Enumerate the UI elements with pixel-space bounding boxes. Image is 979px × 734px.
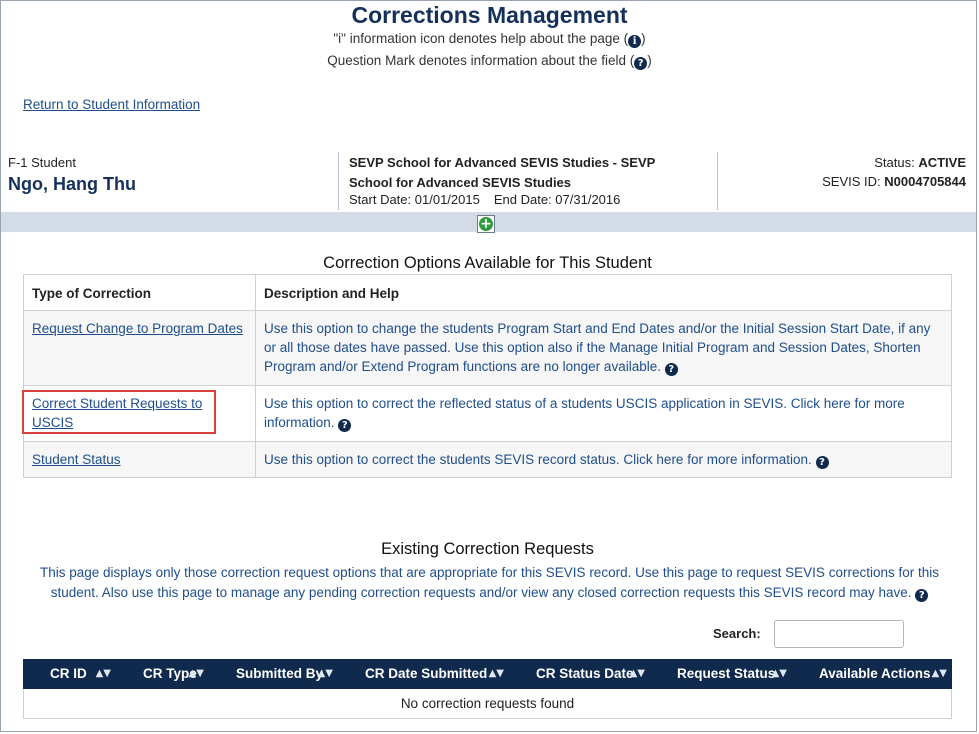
table-header-row: Type of Correction Description and Help [23,274,952,311]
search-input[interactable] [774,620,904,648]
student-identity: F-1 Student Ngo, Hang Thu [8,155,136,195]
col-header-cr-status-date[interactable]: CR Status Date ▲▼ [509,659,650,689]
col-header-available-actions[interactable]: Available Actions ▲▼ [792,659,952,689]
question-circle-icon[interactable]: ? [634,57,648,70]
table-row: Request Change to Program Dates Use this… [23,310,952,386]
student-info-bar: F-1 Student Ngo, Hang Thu SEVP School fo… [0,152,977,212]
question-circle-icon[interactable]: ? [664,363,678,376]
program-dates: Start Date: 01/01/2015 End Date: 07/31/20… [349,192,621,207]
student-type: F-1 Student [8,155,76,170]
status-value: ACTIVE [918,155,966,170]
table-row: Correct Student Requests to USCIS Use th… [23,385,952,442]
sort-arrows-icon: ▲▼ [488,668,504,679]
question-circle-icon[interactable]: ? [338,419,352,432]
col-header-cr-id[interactable]: CR ID ▲▼ [23,659,116,689]
request-change-program-dates-link[interactable]: Request Change to Program Dates [32,321,243,336]
info-circle-icon[interactable]: i [628,35,642,48]
search-label: Search: [713,626,761,641]
question-icon-note: Question Mark denotes information about … [327,53,652,70]
option-description: Use this option to correct the students … [264,452,812,467]
plus-circle-icon: + [479,216,493,232]
sort-arrows-icon: ▲▼ [188,668,204,679]
col-header-cr-date-submitted[interactable]: CR Date Submitted ▲▼ [338,659,509,689]
sevis-id: N0004705844 [884,174,966,189]
end-date: 07/31/2016 [555,192,621,207]
option-description: Use this option to correct the reflected… [264,396,905,430]
sort-arrows-icon: ▲▼ [95,668,111,679]
sort-arrows-icon: ▲▼ [317,668,333,679]
school-info: SEVP School for Advanced SEVIS Studies -… [338,152,718,210]
empty-table-message: No correction requests found [23,689,952,719]
col-header-request-status[interactable]: Request Status ▲▼ [650,659,792,689]
sort-arrows-icon: ▲▼ [629,668,645,679]
table-row: Student Status Use this option to correc… [23,441,952,478]
sort-arrows-icon: ▲▼ [771,668,787,679]
start-date: 01/01/2015 [414,192,480,207]
col-header-type: Type of Correction [23,274,256,311]
options-title: Correction Options Available for This St… [323,254,652,272]
school-name: SEVP School for Advanced SEVIS Studies -… [349,155,656,190]
existing-requests-title: Existing Correction Requests [381,540,594,558]
existing-requests-description: This page displays only those correction… [40,565,939,602]
page-title: Corrections Management [351,2,628,28]
info-icon-note: "i" information icon denotes help about … [333,31,646,48]
question-circle-icon[interactable]: ? [915,589,929,602]
return-to-student-link[interactable]: Return to Student Information [23,97,200,112]
student-name: Ngo, Hang Thu [8,174,136,194]
status-info: Status: ACTIVE SEVIS ID: N0004705844 [822,155,966,189]
option-description: Use this option to change the students P… [264,321,931,374]
question-circle-icon[interactable]: ? [815,456,829,469]
expand-button[interactable]: + [477,215,495,233]
col-header-submitted-by[interactable]: Submitted By ▲▼ [209,659,338,689]
table-header-row: CR ID ▲▼ CR Type ▲▼ Submitted By ▲▼ CR Date… [23,659,952,689]
sort-arrows-icon: ▲▼ [931,668,947,679]
student-status-link[interactable]: Student Status [32,452,121,467]
col-header-desc: Description and Help [255,274,952,311]
correction-options-table: Type of Correction Description and Help … [23,274,952,478]
correction-requests-table: CR ID ▲▼ CR Type ▲▼ Submitted By ▲▼ CR Date… [23,659,952,719]
col-header-cr-type[interactable]: CR Type ▲▼ [116,659,209,689]
correct-student-requests-uscis-link[interactable]: Correct Student Requests to USCIS [32,396,202,430]
